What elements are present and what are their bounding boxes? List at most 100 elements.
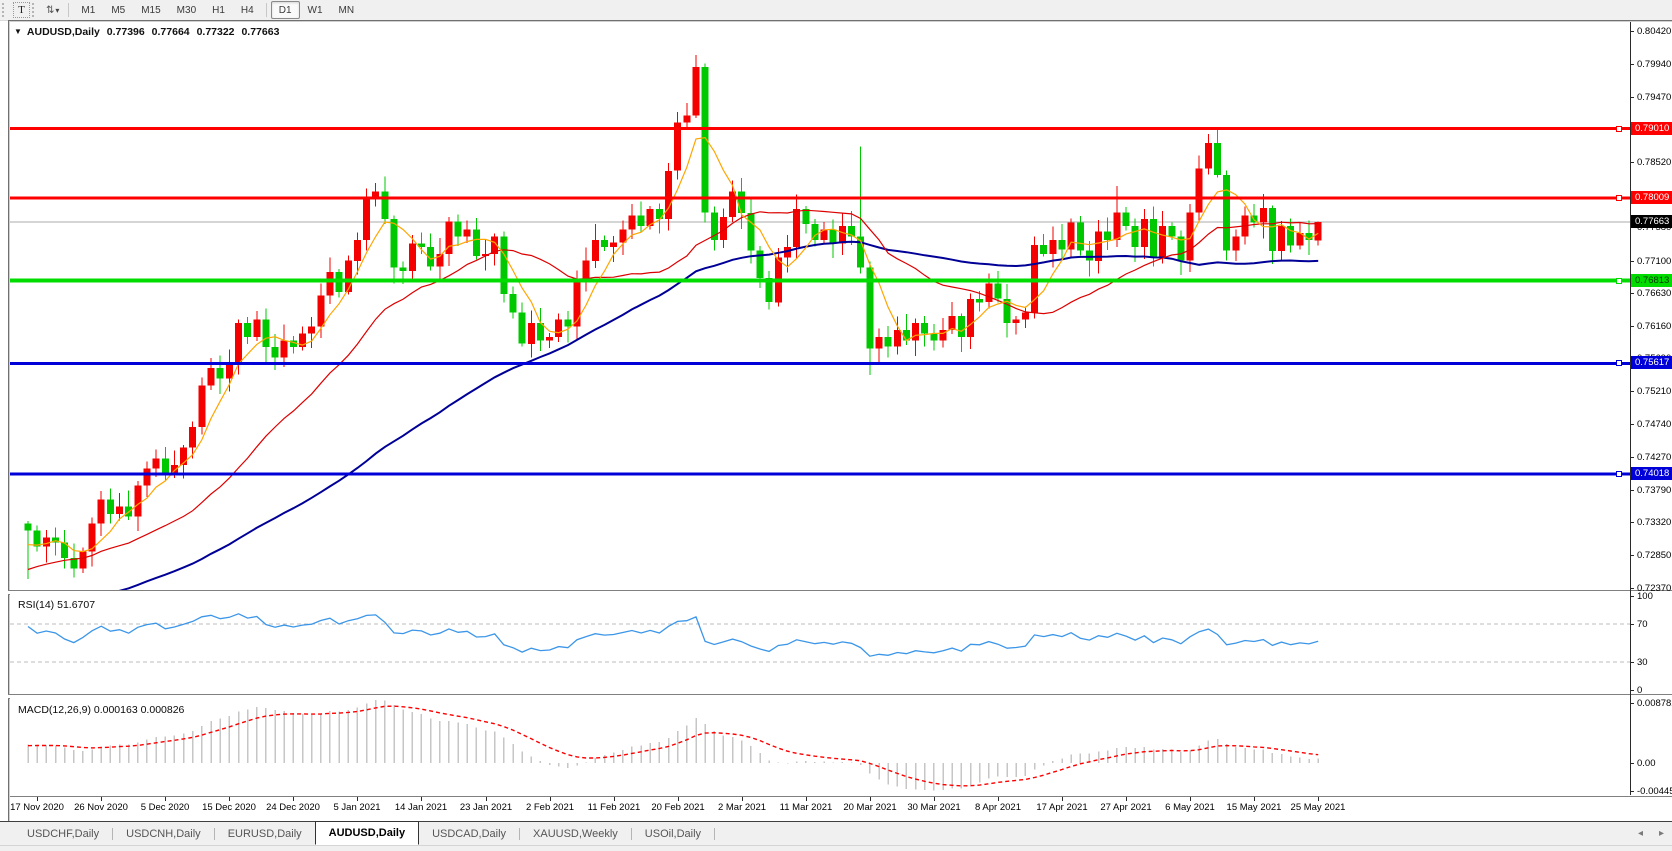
price-tick-label: 0.75210 (1637, 386, 1672, 397)
rsi-canvas[interactable] (10, 593, 1632, 693)
timeframe-button-m5[interactable]: M5 (103, 1, 133, 19)
timeframe-button-h4[interactable]: H4 (233, 1, 262, 19)
candlestick-series (24, 55, 1322, 579)
date-tick (357, 797, 358, 801)
ma-55-line (118, 240, 1319, 590)
chart-title: ▼ AUDUSD,Daily 0.77396 0.77664 0.77322 0.… (14, 26, 283, 38)
date-tick (486, 797, 487, 801)
level-lines (10, 127, 1632, 476)
scale-tick (1630, 588, 1634, 589)
date-label: 14 Jan 2021 (394, 802, 448, 813)
date-tick (550, 797, 551, 801)
current-price-tag: 0.77663 (1631, 215, 1672, 228)
macd-signal-value: 0.000826 (140, 704, 185, 716)
macd-pane[interactable] (10, 698, 1672, 795)
date-tick (1126, 797, 1127, 801)
symbol-tab-usdcnh[interactable]: USDCNH,Daily (113, 822, 214, 845)
scale-tick (1630, 703, 1634, 704)
collapse-triangle-icon[interactable]: ▼ (14, 27, 22, 36)
scale-tick (1630, 662, 1634, 663)
date-tick (742, 797, 743, 801)
level-handle[interactable] (1616, 126, 1622, 132)
tab-scroll-nav: ◂ ▸ (1638, 828, 1664, 839)
date-tick (934, 797, 935, 801)
level-price-tag: 0.79010 (1631, 122, 1672, 135)
date-tick (678, 797, 679, 801)
macd-tick-label: 0.008782 (1637, 698, 1672, 709)
symbol-tab-audusd[interactable]: AUDUSD,Daily (314, 821, 420, 845)
status-strip (0, 845, 1672, 851)
date-axis[interactable]: 17 Nov 2020 26 Nov 2020 5 Dec 2020 15 Dec 2… (10, 796, 1672, 819)
date-label: 11 Feb 2021 (587, 802, 641, 813)
symbol-tab-xauusd[interactable]: XAUUSD,Weekly (520, 822, 631, 845)
high-value: 0.77664 (151, 26, 190, 38)
timeframe-button-d1[interactable]: D1 (270, 1, 300, 19)
date-tick (293, 797, 294, 801)
level-handle[interactable] (1616, 360, 1622, 366)
scale-tick (1630, 624, 1634, 625)
scale-tick (1630, 31, 1634, 32)
macd-canvas[interactable] (10, 698, 1632, 795)
symbol-tab-usdcad[interactable]: USDCAD,Daily (419, 822, 519, 845)
arrange-icon: ⇅ (46, 4, 54, 16)
scale-tick (1630, 791, 1634, 792)
price-tick-label: 0.74740 (1637, 419, 1672, 430)
timeframe-buttons: M1 M5 M15 M30 H1 H4 D1 W1 MN (73, 1, 362, 19)
timeframe-button-h1[interactable]: H1 (204, 1, 233, 19)
level-handle[interactable] (1616, 278, 1622, 284)
timeframe-button-m1[interactable]: M1 (73, 1, 103, 19)
date-label: 20 Feb 2021 (651, 802, 705, 813)
date-label: 15 Dec 2020 (202, 802, 256, 813)
date-label: 5 Jan 2021 (333, 802, 381, 813)
price-tick-label: 0.80420 (1637, 26, 1672, 37)
arrange-windows-button[interactable]: ⇅ ▾ (41, 1, 64, 19)
date-tick (101, 797, 102, 801)
low-value: 0.77322 (196, 26, 235, 38)
scale-tick (1630, 391, 1634, 392)
level-handle[interactable] (1616, 195, 1622, 201)
scale-tick (1630, 522, 1634, 523)
price-pane[interactable] (10, 22, 1672, 590)
chevron-down-icon: ▾ (55, 5, 60, 15)
timeframe-button-m15[interactable]: M15 (133, 1, 168, 19)
date-tick (37, 797, 38, 801)
tab-scroll-right-icon[interactable]: ▸ (1659, 828, 1664, 839)
macd-tick-label: 0.00 (1637, 758, 1656, 769)
scale-tick (1630, 326, 1634, 327)
scale-tick (1630, 97, 1634, 98)
date-tick (614, 797, 615, 801)
tab-scroll-left-icon[interactable]: ◂ (1638, 828, 1643, 839)
date-label: 11 Mar 2021 (779, 802, 833, 813)
scale-tick (1630, 555, 1634, 556)
date-tick (1254, 797, 1255, 801)
symbol-tab-usoil[interactable]: USOil,Daily (632, 822, 714, 845)
date-tick (998, 797, 999, 801)
close-value: 0.77663 (241, 26, 280, 38)
date-tick (1318, 797, 1319, 801)
macd-main-value: 0.000163 (93, 704, 138, 716)
level-handle[interactable] (1616, 471, 1622, 477)
date-label: 2 Feb 2021 (525, 802, 575, 813)
text-tool-button[interactable]: T (13, 2, 30, 18)
price-scale-border (1630, 22, 1631, 795)
toolbar-grip[interactable] (2, 3, 8, 17)
date-label: 24 Dec 2020 (266, 802, 320, 813)
timeframe-button-mn[interactable]: MN (331, 1, 363, 19)
symbol-tab-eurusd[interactable]: EURUSD,Daily (215, 822, 315, 845)
toolbar-grip[interactable] (32, 3, 38, 17)
scale-tick (1630, 64, 1634, 65)
tab-separator (714, 827, 716, 840)
level-price-tag: 0.74018 (1631, 467, 1672, 480)
candlestick-chart-canvas[interactable] (10, 22, 1632, 590)
rsi-pane[interactable] (10, 593, 1672, 693)
date-label: 8 Apr 2021 (975, 802, 1021, 813)
rsi-line (27, 613, 1319, 657)
rsi-tick-label: 70 (1637, 619, 1648, 630)
timeframe-button-w1[interactable]: W1 (300, 1, 331, 19)
rsi-tick-label: 30 (1637, 657, 1648, 668)
timeframe-button-m30[interactable]: M30 (169, 1, 204, 19)
symbol-tab-usdchf[interactable]: USDCHF,Daily (14, 822, 112, 845)
price-tick-label: 0.79940 (1637, 59, 1672, 70)
scale-tick (1630, 690, 1634, 691)
toolbar-separator (265, 3, 267, 17)
